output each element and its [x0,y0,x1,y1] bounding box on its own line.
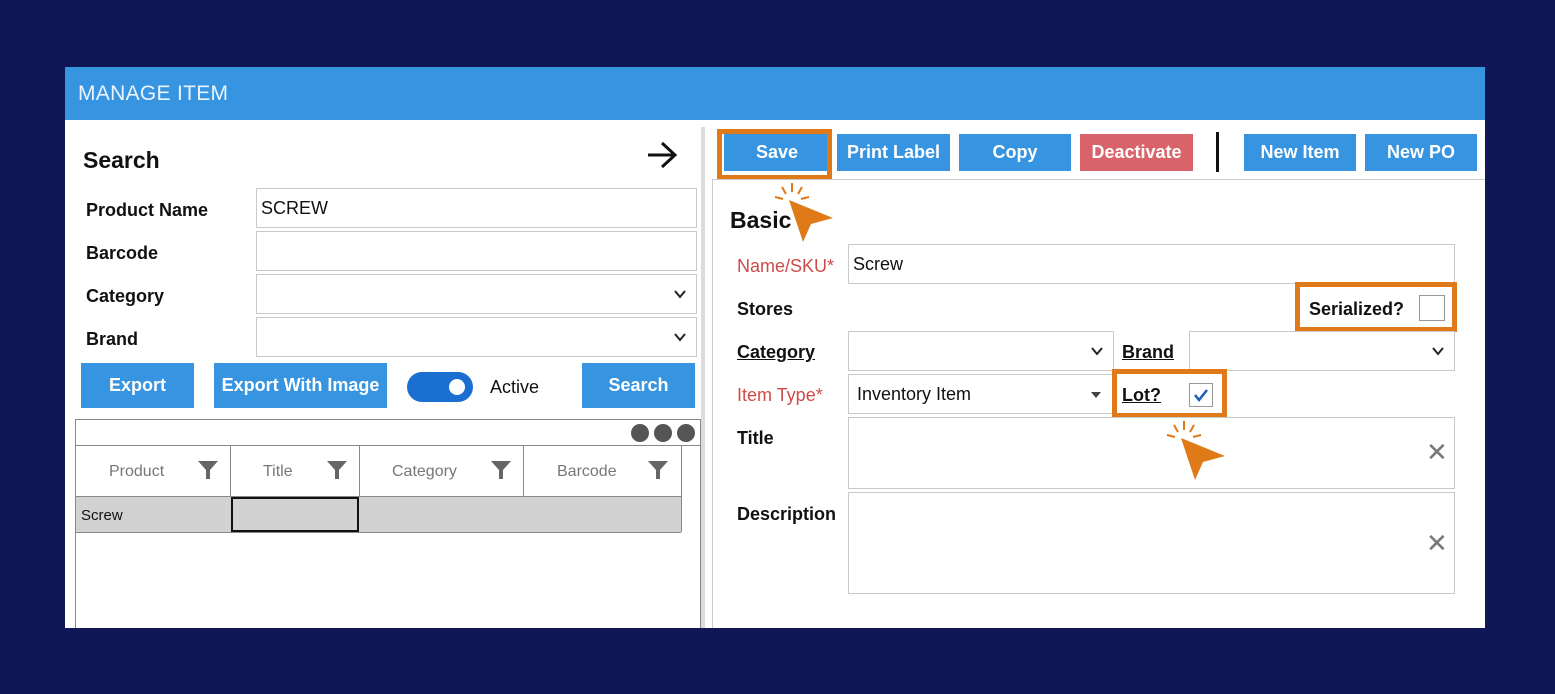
cell-title-selected[interactable] [231,497,359,532]
column-header-category[interactable]: Category [392,463,457,481]
more-dot-icon[interactable] [631,424,649,442]
deactivate-button[interactable]: Deactivate [1080,134,1193,171]
category-link-label[interactable]: Category [737,342,815,363]
filter-icon[interactable] [326,459,348,481]
toggle-knob [449,379,465,395]
click-cursor-icon [1166,421,1225,480]
clear-description-icon[interactable]: ✕ [1426,528,1448,559]
more-dot-icon[interactable] [654,424,672,442]
category-dropdown[interactable] [848,331,1114,371]
item-type-label: Item Type* [737,385,823,405]
search-panel-title: Search [83,147,160,173]
chevron-down-icon [1091,347,1103,356]
brand-label: Brand [86,329,139,349]
column-header-title[interactable]: Title [263,463,293,481]
clear-title-icon[interactable]: ✕ [1426,437,1448,468]
column-header-product[interactable]: Product [109,463,164,481]
table-row[interactable]: Screw [76,497,681,532]
item-type-select[interactable]: Inventory Item [848,374,1114,414]
title-label: Title [737,428,774,448]
export-with-image-button[interactable]: Export With Image [214,363,387,408]
toolbar-separator [1216,132,1219,172]
filter-icon[interactable] [647,459,669,481]
filter-icon[interactable] [490,459,512,481]
save-highlight [717,129,832,180]
active-label: Active [490,377,540,397]
brand-dropdown[interactable] [1189,331,1455,371]
barcode-label: Barcode [86,243,159,263]
category-select[interactable] [256,274,697,314]
serialized-highlight [1295,282,1457,332]
brand-select[interactable] [256,317,697,357]
click-cursor-icon [774,183,833,242]
new-po-button[interactable]: New PO [1365,134,1477,171]
chevron-down-icon [1432,347,1444,356]
description-textarea[interactable] [848,492,1455,594]
product-name-label: Product Name [86,200,209,220]
copy-button[interactable]: Copy [959,134,1071,171]
new-item-button[interactable]: New Item [1244,134,1356,171]
item-type-value: Inventory Item [857,383,972,404]
column-header-barcode[interactable]: Barcode [557,463,617,481]
panel-splitter[interactable] [701,127,705,628]
description-label: Description [737,504,837,524]
cell-product: Screw [81,507,123,524]
brand-link-label[interactable]: Brand [1122,342,1174,363]
search-button[interactable]: Search [582,363,695,408]
filter-icon[interactable] [197,459,219,481]
category-label: Category [86,286,165,306]
caret-down-icon [1091,392,1101,398]
name-sku-label: Name/SKU* [737,256,835,276]
chevron-down-icon [674,333,686,342]
product-name-input[interactable]: SCREW [256,188,697,228]
barcode-input[interactable] [256,231,697,271]
print-label-button[interactable]: Print Label [837,134,950,171]
stores-label: Stores [737,299,794,319]
title-textarea[interactable] [848,417,1455,489]
more-dot-icon[interactable] [677,424,695,442]
arrow-right-icon[interactable] [645,139,679,171]
name-sku-input[interactable]: Screw [848,244,1455,284]
export-button[interactable]: Export [81,363,194,408]
active-toggle[interactable] [407,372,473,402]
lot-highlight [1112,369,1227,418]
manage-item-window: MANAGE ITEM Search Product Name SCREW Ba… [65,67,1485,628]
window-title: MANAGE ITEM [65,67,1485,120]
chevron-down-icon [674,290,686,299]
